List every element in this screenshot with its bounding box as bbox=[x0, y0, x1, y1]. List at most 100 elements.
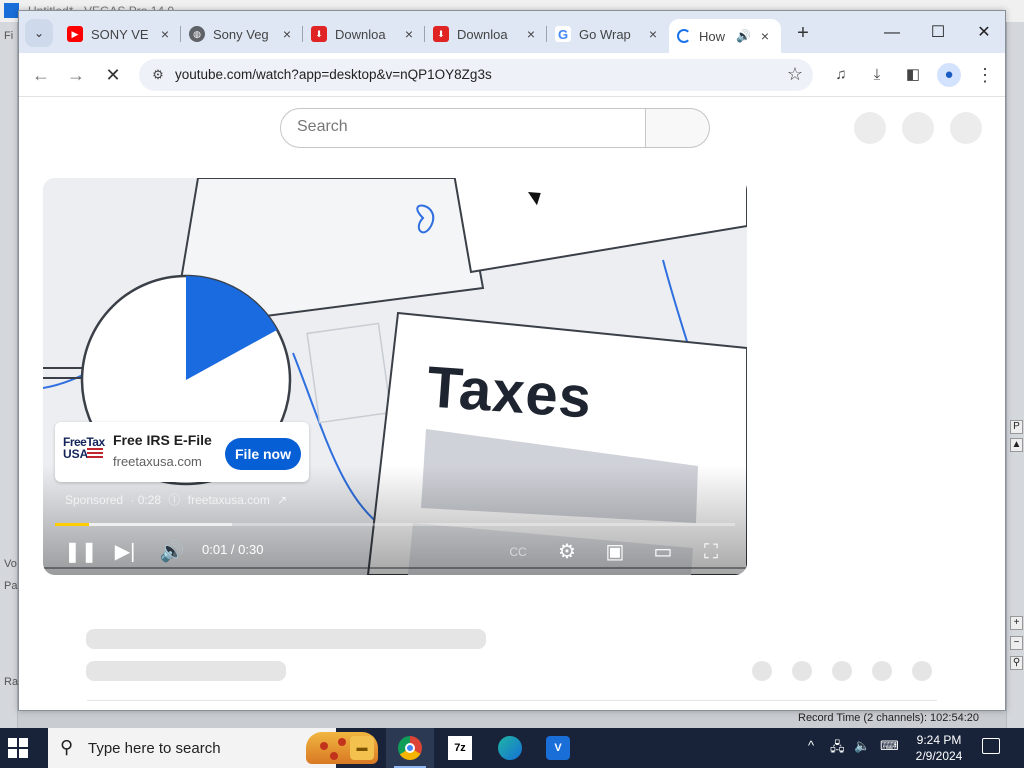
vegas-side-label: Vo bbox=[4, 558, 17, 570]
globe-icon: ◍ bbox=[189, 26, 205, 42]
taskbar-search-placeholder: Type here to search bbox=[88, 740, 221, 757]
close-tab-icon[interactable]: × bbox=[401, 26, 417, 42]
fullscreen-icon[interactable]: ⛶ bbox=[697, 538, 725, 566]
ad-title[interactable]: Free IRS E-File bbox=[113, 432, 212, 448]
record-time-label: Record Time (2 channels): 102:54:20 bbox=[798, 712, 979, 724]
miniplayer-icon[interactable]: ▣ bbox=[601, 538, 629, 566]
google-icon: G bbox=[555, 26, 571, 42]
chrome-window: ⌄ ▶ SONY VE × ◍ Sony Veg × ⬇ Downloa × ⬇… bbox=[18, 10, 1006, 711]
ad-card[interactable]: FreeTax USA Free IRS E-File freetaxusa.c… bbox=[55, 422, 309, 482]
tab-search-button[interactable]: ⌄ bbox=[25, 19, 53, 47]
speaker-playing-icon[interactable]: 🔊 bbox=[736, 29, 751, 43]
progress-bar[interactable] bbox=[55, 523, 735, 526]
create-icon[interactable] bbox=[854, 112, 886, 144]
close-tab-icon[interactable]: × bbox=[757, 28, 773, 44]
forward-arrow-icon[interactable]: → bbox=[64, 63, 88, 87]
vegas-lock-icon[interactable]: P bbox=[1010, 420, 1023, 434]
video-player[interactable]: Taxes FreeTax USA Free IRS E-File freeta… bbox=[43, 178, 747, 575]
youtube-search-input[interactable]: Search bbox=[280, 108, 646, 148]
minimize-button[interactable]: — bbox=[869, 19, 915, 47]
tab-title: Go Wrap bbox=[579, 26, 631, 42]
profile-avatar-icon[interactable]: ● bbox=[937, 63, 961, 87]
chrome-taskbar-icon[interactable] bbox=[386, 728, 434, 768]
vegas-magnifier-icon[interactable]: ⚲ bbox=[1010, 656, 1023, 670]
ad-link-domain[interactable]: freetaxusa.com bbox=[188, 493, 270, 507]
vegas-taskbar-icon[interactable]: V bbox=[534, 728, 582, 768]
close-tab-icon[interactable]: × bbox=[523, 26, 539, 42]
pause-icon[interactable]: ❚❚ bbox=[64, 538, 98, 566]
vegas-zoom-in-icon[interactable]: + bbox=[1010, 616, 1023, 630]
time-display: 0:01 / 0:30 bbox=[202, 542, 264, 557]
vegas-right-panel: P ▲ + − ⚲ bbox=[1006, 22, 1024, 728]
external-link-icon[interactable]: ↗ bbox=[277, 493, 287, 507]
video-headline: Taxes bbox=[424, 354, 595, 431]
maximize-button[interactable]: ☐ bbox=[915, 19, 961, 47]
volume-muted-icon[interactable]: 🔈 bbox=[854, 738, 870, 754]
vegas-logo-icon bbox=[4, 3, 19, 18]
section-divider bbox=[87, 700, 937, 701]
action-skeleton bbox=[752, 661, 772, 681]
captions-icon[interactable]: CC bbox=[504, 538, 532, 566]
tab-go-wrap[interactable]: G Go Wrap × bbox=[547, 19, 669, 49]
close-window-button[interactable]: ✕ bbox=[961, 19, 1005, 47]
edge-taskbar-icon[interactable] bbox=[486, 728, 534, 768]
ad-countdown: · 0:28 bbox=[130, 493, 162, 507]
tab-sony-vegas-youtube[interactable]: ▶ SONY VE × bbox=[59, 19, 181, 49]
info-icon[interactable]: ⓘ bbox=[168, 493, 180, 507]
new-tab-button[interactable]: + bbox=[791, 22, 815, 46]
vegas-menu-file[interactable]: Fi bbox=[4, 30, 13, 42]
tray-chevron-up-icon[interactable]: ^ bbox=[808, 738, 814, 753]
bookmark-star-icon[interactable]: ☆ bbox=[787, 64, 803, 85]
downloads-icon[interactable]: ⤓ bbox=[865, 63, 889, 87]
stop-loading-icon[interactable]: ✕ bbox=[101, 63, 125, 87]
settings-gear-icon[interactable]: ⚙ bbox=[553, 538, 581, 566]
vegas-left-panel: Fi Vo Pa Ra bbox=[0, 22, 18, 728]
vegas-zoom-out-icon[interactable]: − bbox=[1010, 636, 1023, 650]
tab-sony-vegas[interactable]: ◍ Sony Veg × bbox=[181, 19, 303, 49]
ad-meta: Sponsored · 0:28 ⓘ freetaxusa.com ↗ bbox=[65, 491, 291, 508]
back-arrow-icon[interactable]: ← bbox=[29, 63, 53, 87]
windows-start-icon[interactable] bbox=[8, 738, 28, 758]
kebab-menu-icon[interactable]: ⋮ bbox=[973, 63, 997, 87]
7zip-taskbar-icon[interactable]: 7z bbox=[436, 728, 484, 768]
tab-title: SONY VE bbox=[91, 26, 149, 42]
tab-download-2[interactable]: ⬇ Downloa × bbox=[425, 19, 547, 49]
tab-download-1[interactable]: ⬇ Downloa × bbox=[303, 19, 425, 49]
title-skeleton bbox=[86, 629, 486, 649]
theater-mode-icon[interactable]: ▭ bbox=[649, 538, 677, 566]
freetaxusa-logo: FreeTax USA bbox=[63, 436, 105, 470]
action-skeleton bbox=[912, 661, 932, 681]
tab-title: Downloa bbox=[457, 26, 508, 42]
youtube-page: Search Taxes FreeTax USA Free IRS E-File… bbox=[19, 98, 1005, 710]
browser-toolbar: ← → ✕ ⚙ youtube.com/watch?app=desktop&v=… bbox=[19, 53, 1005, 97]
tab-how-active[interactable]: How 🔊 × bbox=[669, 19, 781, 53]
file-explorer-taskbar-icon[interactable]: ▬ bbox=[338, 728, 386, 768]
taskbar-search-box[interactable]: ⚲ Type here to search bbox=[48, 728, 378, 768]
media-control-icon[interactable]: ♫ bbox=[829, 63, 853, 87]
vegas-scroll-up-icon[interactable]: ▲ bbox=[1010, 438, 1023, 452]
system-clock[interactable]: 9:24 PM 2/9/2024 bbox=[906, 732, 972, 764]
ad-domain[interactable]: freetaxusa.com bbox=[113, 454, 202, 469]
close-tab-icon[interactable]: × bbox=[279, 26, 295, 42]
url-text[interactable]: youtube.com/watch?app=desktop&v=nQP1OY8Z… bbox=[175, 67, 492, 82]
side-panel-icon[interactable]: ◧ bbox=[901, 63, 925, 87]
network-icon[interactable]: 🖧 bbox=[830, 738, 845, 760]
address-bar[interactable]: ⚙ youtube.com/watch?app=desktop&v=nQP1OY… bbox=[139, 59, 813, 91]
youtube-icon: ▶ bbox=[67, 26, 83, 42]
sponsored-label: Sponsored bbox=[65, 493, 124, 507]
next-icon[interactable]: ▶| bbox=[111, 538, 139, 566]
site-settings-icon[interactable]: ⚙ bbox=[149, 66, 167, 84]
youtube-search-button[interactable] bbox=[646, 108, 710, 148]
notifications-icon[interactable] bbox=[982, 738, 1000, 754]
volume-icon[interactable]: 🔊 bbox=[158, 538, 186, 566]
keyboard-icon[interactable]: ⌨ bbox=[880, 738, 899, 754]
close-tab-icon[interactable]: × bbox=[645, 26, 661, 42]
download-icon: ⬇ bbox=[311, 26, 327, 42]
vegas-side-label: Ra bbox=[4, 676, 19, 688]
notifications-icon[interactable] bbox=[902, 112, 934, 144]
close-tab-icon[interactable]: × bbox=[157, 26, 173, 42]
file-now-button[interactable]: File now bbox=[225, 438, 301, 470]
loading-spinner-icon bbox=[677, 29, 691, 43]
action-skeleton bbox=[832, 661, 852, 681]
account-avatar[interactable] bbox=[950, 112, 982, 144]
